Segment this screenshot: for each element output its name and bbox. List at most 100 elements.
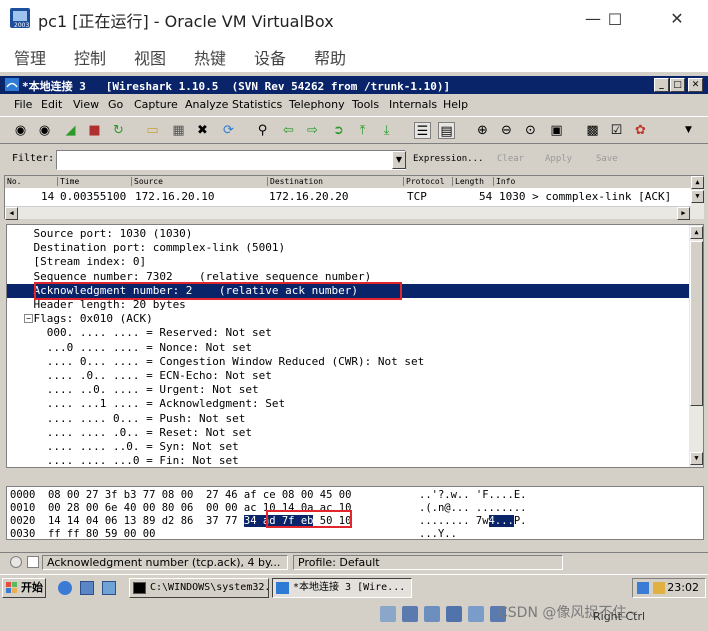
col-time[interactable]: Time (57, 177, 79, 186)
menu-hotkey[interactable]: 热键 (194, 45, 226, 69)
shared-folder-status-icon[interactable] (468, 606, 484, 622)
menu-manage[interactable]: 管理 (14, 45, 46, 69)
go-forward-icon[interactable]: ⇨ (304, 122, 321, 139)
capture-filters-icon[interactable]: ▩ (584, 122, 601, 139)
collapse-flags-icon[interactable]: − (24, 314, 33, 324)
task-wireshark[interactable]: *本地连接 3 [Wire... (272, 578, 412, 598)
menu-capture[interactable]: Capture (134, 98, 178, 111)
save-filter-button[interactable]: Save (596, 154, 618, 164)
network-tray-icon[interactable] (637, 582, 649, 594)
col-destination[interactable]: Destination (267, 177, 323, 186)
filter-input[interactable] (56, 150, 406, 170)
capture-comment-icon[interactable] (27, 556, 39, 568)
close-button[interactable]: ✕ (662, 5, 692, 33)
menu-internals[interactable]: Internals (389, 98, 437, 111)
menu-tools[interactable]: Tools (352, 98, 379, 111)
col-protocol[interactable]: Protocol (403, 177, 445, 186)
restart-capture-icon[interactable]: ↻ (110, 122, 127, 139)
start-button[interactable]: 开始 (2, 578, 46, 598)
maximize-button[interactable]: ☐ (600, 5, 630, 33)
col-no[interactable]: No. (5, 177, 21, 186)
col-length[interactable]: Length (452, 177, 484, 186)
ws-maximize-button[interactable]: □ (670, 78, 685, 92)
find-packet-icon[interactable]: ⚲ (254, 122, 271, 139)
ie-quicklaunch-icon[interactable] (58, 581, 72, 595)
detail-line[interactable]: .... 0... .... = Congestion Window Reduc… (7, 355, 689, 369)
status-profile[interactable]: Profile: Default (293, 555, 563, 570)
explorer-quicklaunch-icon[interactable] (80, 581, 94, 595)
go-last-icon[interactable]: ⤓ (378, 122, 395, 139)
resize-columns-icon[interactable]: ▣ (548, 122, 565, 139)
menu-control[interactable]: 控制 (74, 45, 106, 69)
packet-list-vscrollbar[interactable]: ▲ ▼ (691, 176, 704, 219)
detail-line[interactable]: .... .... 0... = Push: Not set (7, 412, 689, 426)
open-file-icon[interactable]: ▭ (144, 122, 161, 139)
details-scroll-down-icon[interactable]: ▼ (690, 452, 703, 465)
zoom-out-icon[interactable]: ⊖ (498, 122, 515, 139)
menu-telephony[interactable]: Telephony (289, 98, 345, 111)
detail-line[interactable]: 000. .... .... = Reserved: Not set (7, 326, 689, 340)
detail-line[interactable]: Destination port: commplex-link (5001) (7, 241, 689, 255)
reload-icon[interactable]: ⟳ (220, 122, 237, 139)
autoscroll-icon[interactable]: ▤ (438, 122, 455, 139)
display-filters-icon[interactable]: ☑ (608, 122, 625, 139)
expert-info-icon[interactable] (10, 556, 22, 568)
start-capture-icon[interactable]: ◢ (62, 122, 79, 139)
stop-capture-icon[interactable]: ■ (86, 122, 103, 139)
menu-analyze[interactable]: Analyze (185, 98, 228, 111)
desktop-quicklaunch-icon[interactable] (102, 581, 116, 595)
toolbar-overflow-icon[interactable]: ▼ (680, 122, 697, 139)
detail-line[interactable]: .... .... ..0. = Syn: Not set (7, 440, 689, 454)
menu-go[interactable]: Go (108, 98, 123, 111)
zoom-in-icon[interactable]: ⊕ (474, 122, 491, 139)
menu-edit[interactable]: Edit (41, 98, 62, 111)
detail-line[interactable]: .... .0.. .... = ECN-Echo: Not set (7, 369, 689, 383)
menu-statistics[interactable]: Statistics (232, 98, 282, 111)
menu-help-ws[interactable]: Help (443, 98, 468, 111)
menu-view-ws[interactable]: View (73, 98, 99, 111)
apply-button[interactable]: Apply (545, 154, 572, 164)
go-back-icon[interactable]: ⇦ (280, 122, 297, 139)
optical-status-icon[interactable] (402, 606, 418, 622)
packet-list-hscrollbar[interactable]: ◀ ▶ (5, 206, 691, 220)
close-file-icon[interactable]: ✖ (194, 122, 211, 139)
detail-line[interactable]: .... ..0. .... = Urgent: Not set (7, 383, 689, 397)
detail-line[interactable]: Header length: 20 bytes (7, 298, 689, 312)
coloring-rules-icon[interactable]: ✿ (632, 122, 649, 139)
detail-line[interactable]: ...0 .... .... = Nonce: Not set (7, 341, 689, 355)
detail-line[interactable]: .... .... .0.. = Reset: Not set (7, 426, 689, 440)
scroll-left-icon[interactable]: ◀ (5, 207, 18, 220)
hdd-status-icon[interactable] (380, 606, 396, 622)
detail-line[interactable]: .... .... ...0 = Fin: Not set (7, 454, 689, 467)
detail-line[interactable]: Source port: 1030 (1030) (7, 227, 689, 241)
scroll-right-icon[interactable]: ▶ (677, 207, 690, 220)
go-first-icon[interactable]: ⤒ (354, 122, 371, 139)
col-source[interactable]: Source (131, 177, 163, 186)
menu-view[interactable]: 视图 (134, 45, 166, 69)
details-scroll-thumb[interactable] (690, 241, 703, 406)
details-scroll-up-icon[interactable]: ▲ (690, 226, 703, 239)
go-to-packet-icon[interactable]: ➲ (330, 122, 347, 139)
ws-minimize-button[interactable]: _ (654, 78, 669, 92)
packet-row[interactable]: 14 0.00355100 172.16.20.10 172.16.20.20 … (5, 189, 691, 205)
scroll-down-icon[interactable]: ▼ (691, 190, 704, 203)
save-file-icon[interactable]: ▦ (170, 122, 187, 139)
menu-devices[interactable]: 设备 (254, 45, 286, 69)
interfaces-icon[interactable]: ◉ (12, 122, 29, 139)
scroll-up-icon[interactable]: ▲ (691, 176, 704, 189)
details-vscrollbar[interactable]: ▲ ▼ (689, 225, 703, 467)
options-icon[interactable]: ◉ (36, 122, 53, 139)
zoom-normal-icon[interactable]: ⊙ (522, 122, 539, 139)
menu-help[interactable]: 帮助 (314, 45, 346, 69)
network-status-icon[interactable] (446, 606, 462, 622)
detail-line[interactable]: .... ...1 .... = Acknowledgment: Set (7, 397, 689, 411)
detail-line[interactable]: [Stream index: 0] (7, 255, 689, 269)
menu-file[interactable]: File (14, 98, 32, 111)
col-info[interactable]: Info (493, 177, 515, 186)
clear-button[interactable]: Clear (497, 154, 524, 164)
ws-close-button[interactable]: ✕ (688, 78, 703, 92)
detail-line[interactable]: Flags: 0x010 (ACK) (7, 312, 689, 326)
filter-dropdown-icon[interactable]: ▼ (392, 151, 406, 169)
task-cmd[interactable]: C:\WINDOWS\system32... (129, 578, 269, 598)
expression-button[interactable]: Expression... (413, 154, 483, 164)
